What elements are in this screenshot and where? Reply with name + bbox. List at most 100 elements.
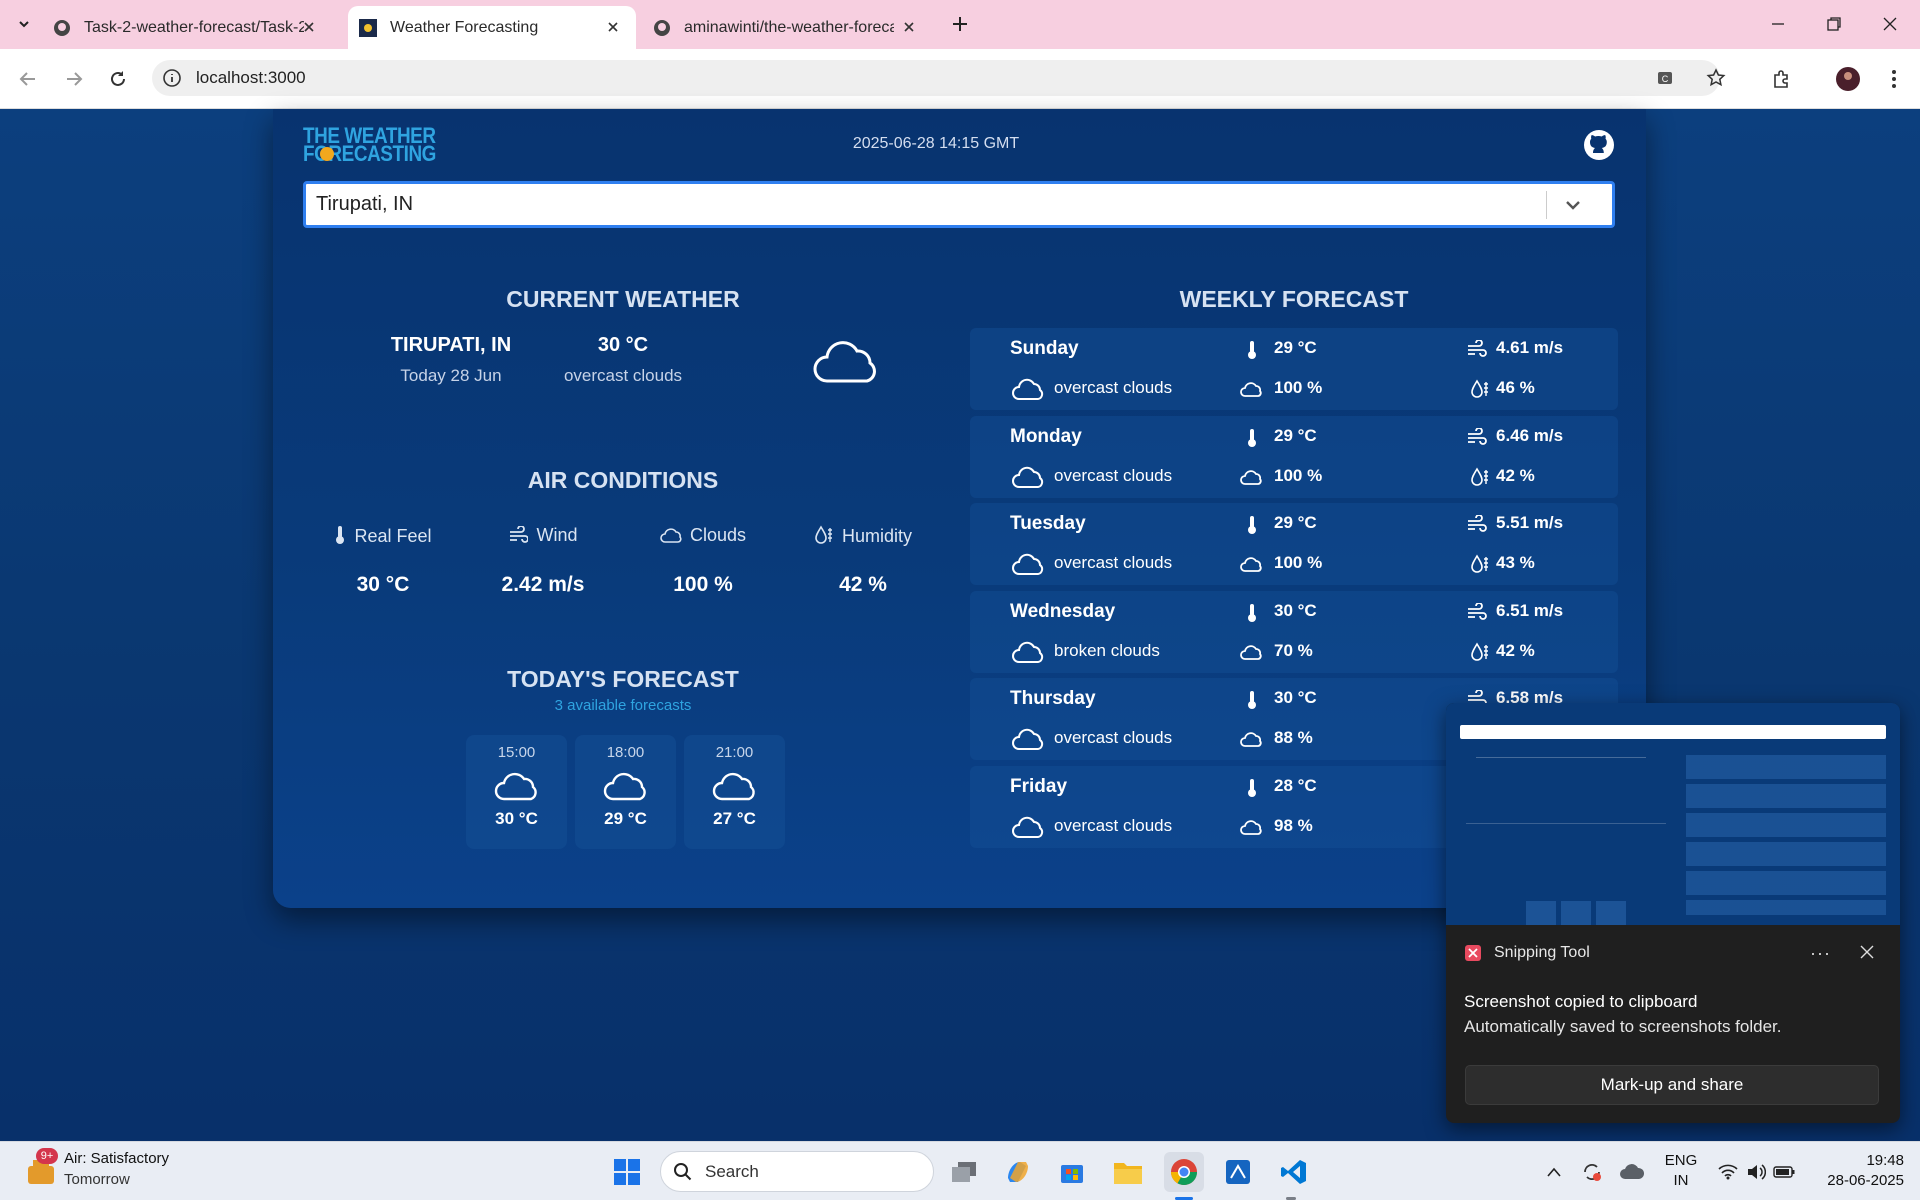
sync-icon[interactable] [1572, 1152, 1612, 1192]
snipping-app-name: Snipping Tool [1494, 944, 1590, 961]
markup-and-share-button[interactable]: Mark-up and share [1465, 1065, 1879, 1105]
site-info-icon[interactable] [162, 68, 182, 88]
clock[interactable]: 19:48 28-06-2025 [1800, 1151, 1904, 1191]
close-tab-icon[interactable] [900, 18, 918, 36]
chrome-taskbar-icon[interactable] [1164, 1152, 1204, 1192]
hour-time: 18:00 [606, 744, 645, 761]
weather-widget[interactable]: 9+ [24, 1148, 58, 1188]
cloud-icon [1012, 466, 1044, 490]
air-item-real-feel: Real Feel [303, 525, 463, 547]
close-tab-icon[interactable] [300, 18, 318, 36]
reload-icon[interactable] [104, 65, 132, 93]
cloud-icon [1240, 468, 1264, 486]
logo-sun-mark [320, 147, 334, 161]
day-temp: 29 °C [1274, 513, 1317, 533]
datetime: 2025-06-28 14:15 GMT [852, 135, 1020, 152]
day-temp: 29 °C [1274, 338, 1317, 357]
day-clouds: 70 % [1274, 640, 1313, 660]
restore-icon[interactable] [1820, 10, 1848, 38]
humidity-icon [814, 525, 834, 545]
wind-icon [1466, 427, 1488, 446]
extensions-icon[interactable] [1768, 65, 1796, 93]
language-indicator[interactable]: ENG IN [1656, 1151, 1706, 1191]
day-description: broken clouds [1054, 640, 1160, 660]
cloud-icon [494, 771, 540, 803]
svg-text:C: C [1662, 74, 1669, 84]
weekly-day-row: Tuesday overcast clouds 29 °C 100 % 5.51 m/s… [970, 503, 1618, 586]
hourly-forecast-card: 18:00 29 °C [575, 735, 676, 849]
thumb-hour-cards [1526, 901, 1626, 925]
thumb-current-block [1476, 757, 1646, 817]
thermometer-icon [334, 525, 346, 545]
day-name: Monday [1010, 425, 1082, 447]
bookmark-star-icon[interactable] [1706, 68, 1726, 88]
vscode-icon[interactable] [1274, 1152, 1314, 1192]
tab-github-repo[interactable]: aminawinti/the-weather-foreca [652, 6, 932, 49]
tab-github-task[interactable]: Task-2-weather-forecast/Task-2 [52, 6, 332, 49]
menu-kebab-icon[interactable] [1880, 65, 1908, 93]
current-weather-heading: CURRENT WEATHER [506, 286, 740, 312]
thumb-search-bar [1460, 725, 1886, 739]
hour-time: 15:00 [497, 744, 536, 761]
github-link-icon[interactable] [1583, 129, 1615, 161]
close-tab-icon[interactable] [604, 18, 622, 36]
profile-avatar[interactable] [1834, 65, 1862, 93]
minimize-icon[interactable] [1764, 10, 1792, 38]
github-icon [652, 18, 672, 38]
close-window-icon[interactable] [1876, 10, 1904, 38]
taskbar-search-box[interactable]: Search [660, 1151, 934, 1192]
tab-weather-forecasting[interactable]: Weather Forecasting [348, 6, 636, 49]
day-description: overcast clouds [1054, 378, 1173, 397]
onedrive-cloud-icon[interactable] [1612, 1152, 1652, 1192]
day-description: overcast clouds [1054, 553, 1173, 573]
day-clouds: 88 % [1274, 728, 1313, 748]
show-hidden-icons-chevron-icon[interactable] [1534, 1152, 1574, 1192]
hour-time: 21:00 [715, 744, 754, 761]
weather-widget-subtitle: Tomorrow [64, 1171, 130, 1188]
select-divider [1546, 191, 1547, 219]
humidity-icon [1470, 642, 1490, 662]
day-name: Sunday [1010, 338, 1079, 359]
air-item-wind: Wind [463, 525, 623, 546]
language-line-2: IN [1673, 1172, 1689, 1189]
microsoft-store-icon[interactable] [1052, 1152, 1092, 1192]
address-bar[interactable]: localhost:3000 C [152, 60, 1726, 96]
wind-icon [508, 526, 529, 544]
day-description: overcast clouds [1054, 816, 1173, 835]
tab-search-chevron-icon[interactable] [10, 10, 38, 38]
cloud-icon [1012, 816, 1044, 840]
task-view-icon[interactable] [944, 1152, 984, 1192]
day-humidity: 42 % [1496, 640, 1535, 660]
code-editor-icon[interactable] [1218, 1152, 1258, 1192]
day-clouds: 100 % [1274, 553, 1323, 573]
air-label: Clouds [689, 525, 747, 545]
screenshot-thumbnail[interactable] [1446, 703, 1900, 925]
windows-start-icon[interactable] [607, 1152, 647, 1192]
air-label: Real Feel [354, 526, 432, 546]
new-tab-plus-icon[interactable] [946, 10, 974, 38]
app-logo[interactable]: THE WEATHER FORECASTING [303, 125, 458, 165]
browser-toolbar: localhost:3000 C [0, 49, 1920, 109]
browser-tab-strip: Task-2-weather-forecast/Task-2 Weather F… [0, 0, 1920, 49]
air-value-clouds: 100 % [673, 573, 733, 596]
close-notification-icon[interactable] [1860, 945, 1874, 959]
cast-icon[interactable]: C [1656, 69, 1674, 87]
file-explorer-icon[interactable] [1108, 1152, 1148, 1192]
sun-favicon-icon [358, 18, 378, 38]
back-arrow-icon[interactable] [14, 65, 42, 93]
more-options-icon[interactable]: ··· [1810, 943, 1831, 964]
wind-icon [1466, 340, 1488, 358]
air-value-humidity: 42 % [839, 573, 887, 596]
cloud-icon [712, 771, 758, 803]
city-search-select[interactable]: Tirupati, IN [303, 181, 1615, 228]
day-wind: 5.51 m/s [1496, 513, 1564, 533]
day-temp: 29 °C [1274, 425, 1317, 445]
forward-arrow-icon[interactable] [60, 65, 88, 93]
battery-icon[interactable] [1764, 1152, 1804, 1192]
search-placeholder: Search [705, 1162, 759, 1181]
weekly-forecast-heading: WEEKLY FORECAST [1179, 286, 1409, 312]
wind-icon [1466, 602, 1488, 621]
hourly-forecast-card: 21:00 27 °C [684, 735, 785, 849]
chevron-down-icon[interactable] [1562, 194, 1584, 216]
copilot-icon[interactable] [998, 1152, 1038, 1192]
